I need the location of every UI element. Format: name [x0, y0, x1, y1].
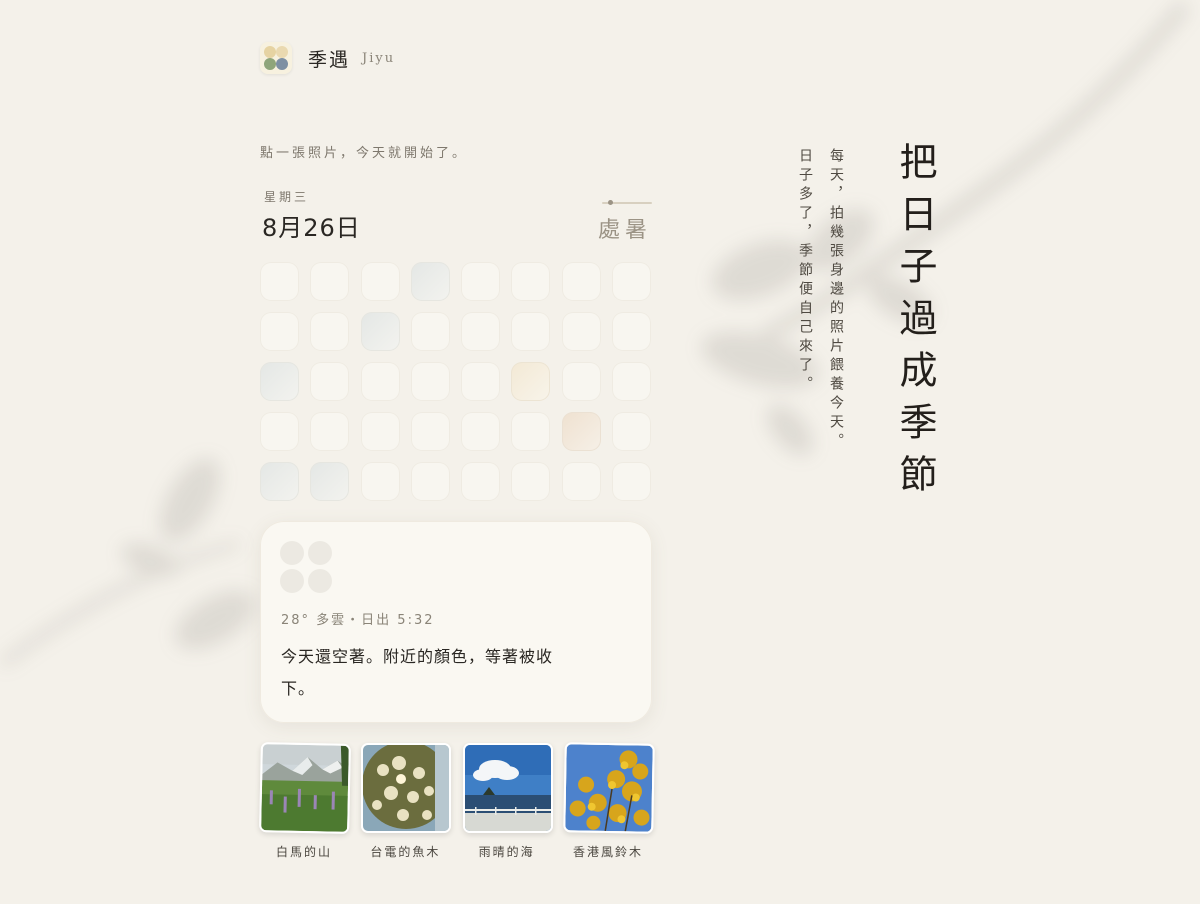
brand-name: 季遇	[308, 48, 351, 71]
day-cell[interactable]	[260, 362, 299, 401]
photo-caption: 雨晴的海	[478, 845, 535, 859]
photo-thumbnail-flowers[interactable]	[563, 742, 655, 834]
photo-caption: 台電的魚木	[370, 845, 441, 859]
photo-card[interactable]: 白馬的山	[259, 742, 351, 860]
photo-card[interactable]: 香港風鈴木	[563, 742, 655, 860]
day-cell[interactable]	[461, 462, 501, 501]
day-cell[interactable]	[511, 362, 551, 401]
photo-card[interactable]: 雨晴的海	[462, 743, 553, 860]
solar-term-progress-dot	[608, 200, 613, 205]
solar-term-label: 處暑	[597, 218, 652, 243]
app-panel: 季遇 Jiyu 點一張照片，今天就開始了。 星期三 8月26日 處暑 28° 多…	[259, 40, 655, 859]
day-cell[interactable]	[360, 362, 400, 401]
day-cell[interactable]	[561, 262, 601, 301]
photo-thumbnail-sea[interactable]	[462, 743, 553, 833]
day-cell[interactable]	[612, 262, 652, 301]
day-cell[interactable]	[461, 412, 501, 451]
intro-line-1: 每天，拍幾張身邊的照片餵養今天。	[828, 148, 844, 452]
day-cell[interactable]	[410, 462, 450, 501]
day-cell[interactable]	[461, 312, 501, 351]
day-cell[interactable]	[260, 412, 299, 451]
day-cell[interactable]	[310, 312, 350, 351]
day-cell[interactable]	[260, 262, 299, 301]
brand-header: 季遇 Jiyu	[260, 40, 652, 76]
day-cell[interactable]	[260, 462, 299, 501]
day-cell[interactable]	[612, 412, 652, 451]
day-cell[interactable]	[410, 312, 450, 351]
day-cell[interactable]	[410, 362, 450, 401]
day-cell[interactable]	[461, 362, 501, 401]
day-cell[interactable]	[410, 412, 450, 451]
day-cell[interactable]	[310, 412, 350, 451]
photo-caption: 香港風鈴木	[572, 845, 643, 859]
solar-term-indicator: 處暑	[597, 200, 652, 244]
intro-headline: 把日子過成季節	[893, 142, 937, 506]
day-cell[interactable]	[561, 362, 601, 401]
date-label: 8月26日	[262, 214, 361, 242]
day-cell[interactable]	[360, 262, 400, 301]
day-cell[interactable]	[260, 312, 299, 351]
tagline: 點一張照片，今天就開始了。	[260, 146, 469, 161]
day-cell[interactable]	[310, 262, 350, 301]
photo-thumbnail-mountain[interactable]	[259, 742, 351, 834]
photo-strip: 白馬的山 台電的魚木 雨晴的海 香港風鈴木	[259, 742, 655, 860]
photo-caption: 白馬的山	[275, 845, 332, 859]
day-cell[interactable]	[360, 312, 400, 351]
day-cell[interactable]	[511, 262, 551, 301]
today-message: 今天還空著。附近的顏色，等著被收下。	[281, 647, 554, 698]
day-cell[interactable]	[360, 412, 400, 451]
day-cell[interactable]	[561, 462, 601, 501]
day-cell[interactable]	[511, 412, 551, 451]
solar-term-progress-bar	[602, 200, 652, 205]
brand-latin-name: Jiyu	[362, 50, 396, 66]
today-card[interactable]: 28° 多雲・日出 5:32 今天還空著。附近的顏色，等著被收下。	[260, 521, 652, 723]
intro-line-2: 日子多了，季節便自己來了。	[797, 148, 813, 395]
day-cell[interactable]	[561, 312, 601, 351]
day-cell[interactable]	[561, 412, 601, 451]
date-header: 星期三 8月26日 處暑	[260, 188, 652, 248]
weather-info: 28° 多雲・日出 5:32	[281, 613, 435, 628]
empty-photo-placeholder-icon	[280, 541, 332, 593]
day-cell[interactable]	[310, 362, 350, 401]
day-cell[interactable]	[612, 312, 652, 351]
photo-calendar-grid	[260, 262, 652, 501]
day-cell[interactable]	[310, 462, 350, 501]
day-cell[interactable]	[511, 312, 551, 351]
day-cell[interactable]	[360, 462, 400, 501]
day-cell[interactable]	[511, 462, 551, 501]
photo-thumbnail-tree[interactable]	[361, 743, 452, 833]
day-cell[interactable]	[612, 362, 652, 401]
weekday-label: 星期三	[264, 190, 310, 204]
day-cell[interactable]	[461, 262, 501, 301]
photo-card[interactable]: 台電的魚木	[361, 743, 452, 860]
day-cell[interactable]	[612, 462, 652, 501]
day-cell[interactable]	[410, 262, 450, 301]
app-logo	[260, 42, 292, 74]
